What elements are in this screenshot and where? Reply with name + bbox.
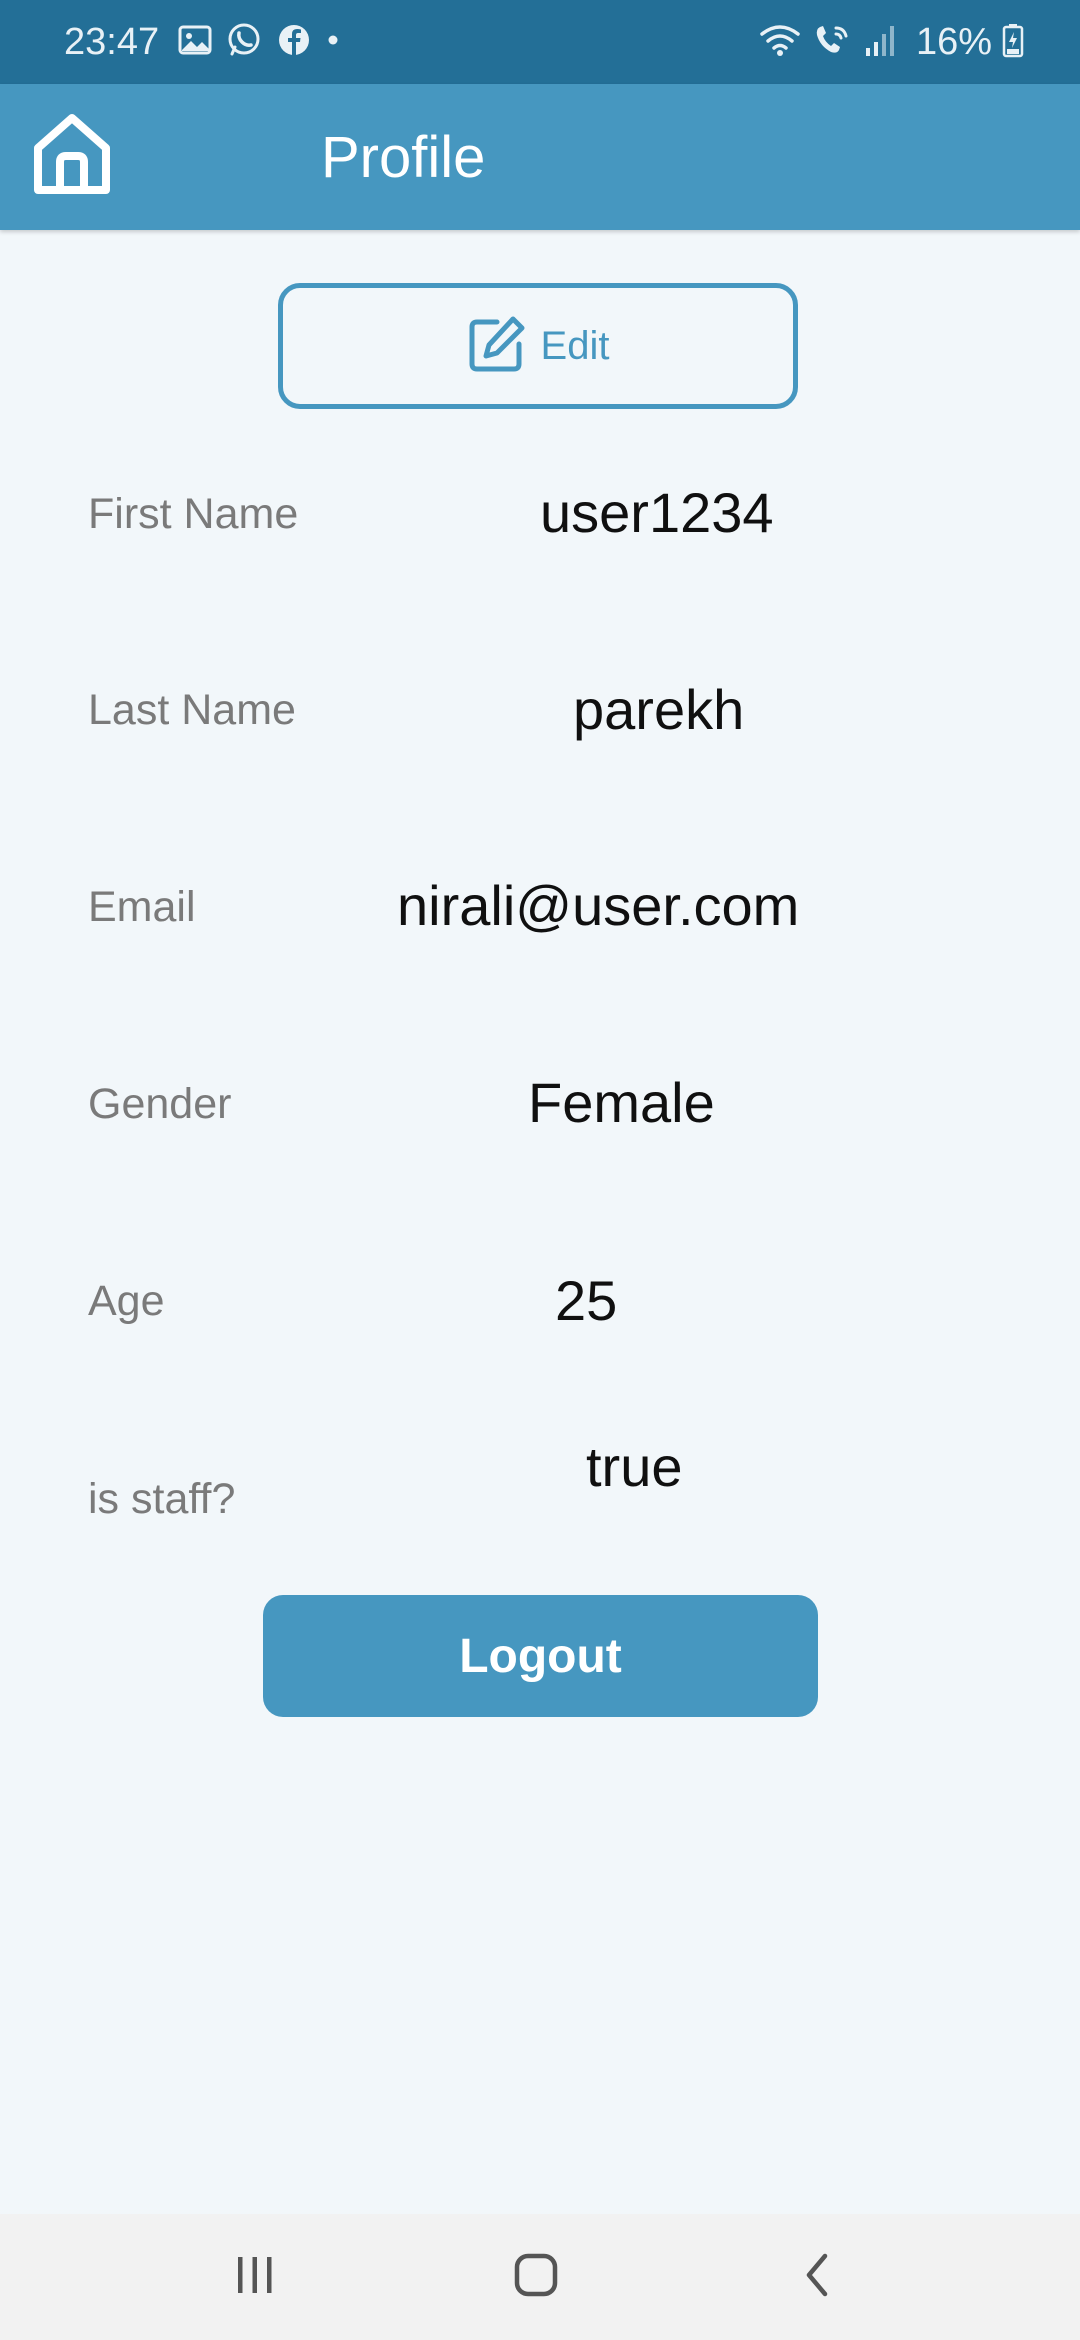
home-nav-icon [511, 2250, 561, 2305]
back-icon [797, 2250, 837, 2305]
logout-button-label: Logout [459, 1629, 622, 1683]
wifi-icon [758, 22, 802, 63]
is-staff-value: true [586, 1435, 683, 1498]
last-name-value: parekh [573, 678, 745, 741]
back-button[interactable] [777, 2242, 857, 2312]
gender-value: Female [528, 1071, 715, 1134]
logout-button[interactable]: Logout [263, 1595, 818, 1717]
edit-icon [467, 314, 527, 379]
home-nav-button[interactable] [496, 2242, 576, 2312]
page-title: Profile [321, 125, 486, 190]
recents-icon [230, 2252, 280, 2303]
email-value: nirali@user.com [397, 874, 800, 937]
status-time: 23:47 [64, 21, 160, 63]
status-bar: 23:47 16% [0, 0, 1080, 84]
gender-label: Gender [88, 1080, 232, 1128]
signal-icon [864, 22, 898, 63]
battery-percent: 16% [915, 21, 992, 63]
edit-button-label: Edit [540, 324, 610, 368]
email-label: Email [88, 883, 196, 931]
facebook-icon [276, 22, 312, 63]
notification-icons [178, 20, 340, 64]
whatsapp-icon [226, 22, 262, 63]
system-nav-bar [0, 2214, 1080, 2340]
wifi-calling-icon [812, 22, 854, 63]
gallery-icon [178, 23, 212, 62]
dot-icon [326, 22, 340, 63]
first-name-value: user1234 [540, 481, 774, 544]
battery-icon [1002, 22, 1024, 63]
age-label: Age [88, 1277, 165, 1325]
first-name-label: First Name [88, 490, 299, 538]
age-value: 25 [555, 1269, 618, 1332]
app-bar: Profile [0, 84, 1080, 230]
recents-button[interactable] [215, 2242, 295, 2312]
home-button[interactable] [28, 110, 116, 202]
home-icon [32, 112, 112, 201]
edit-button[interactable]: Edit [278, 283, 798, 409]
system-status-icons: 16% [758, 18, 1024, 66]
last-name-label: Last Name [88, 686, 296, 734]
is-staff-label: is staff? [88, 1475, 236, 1523]
